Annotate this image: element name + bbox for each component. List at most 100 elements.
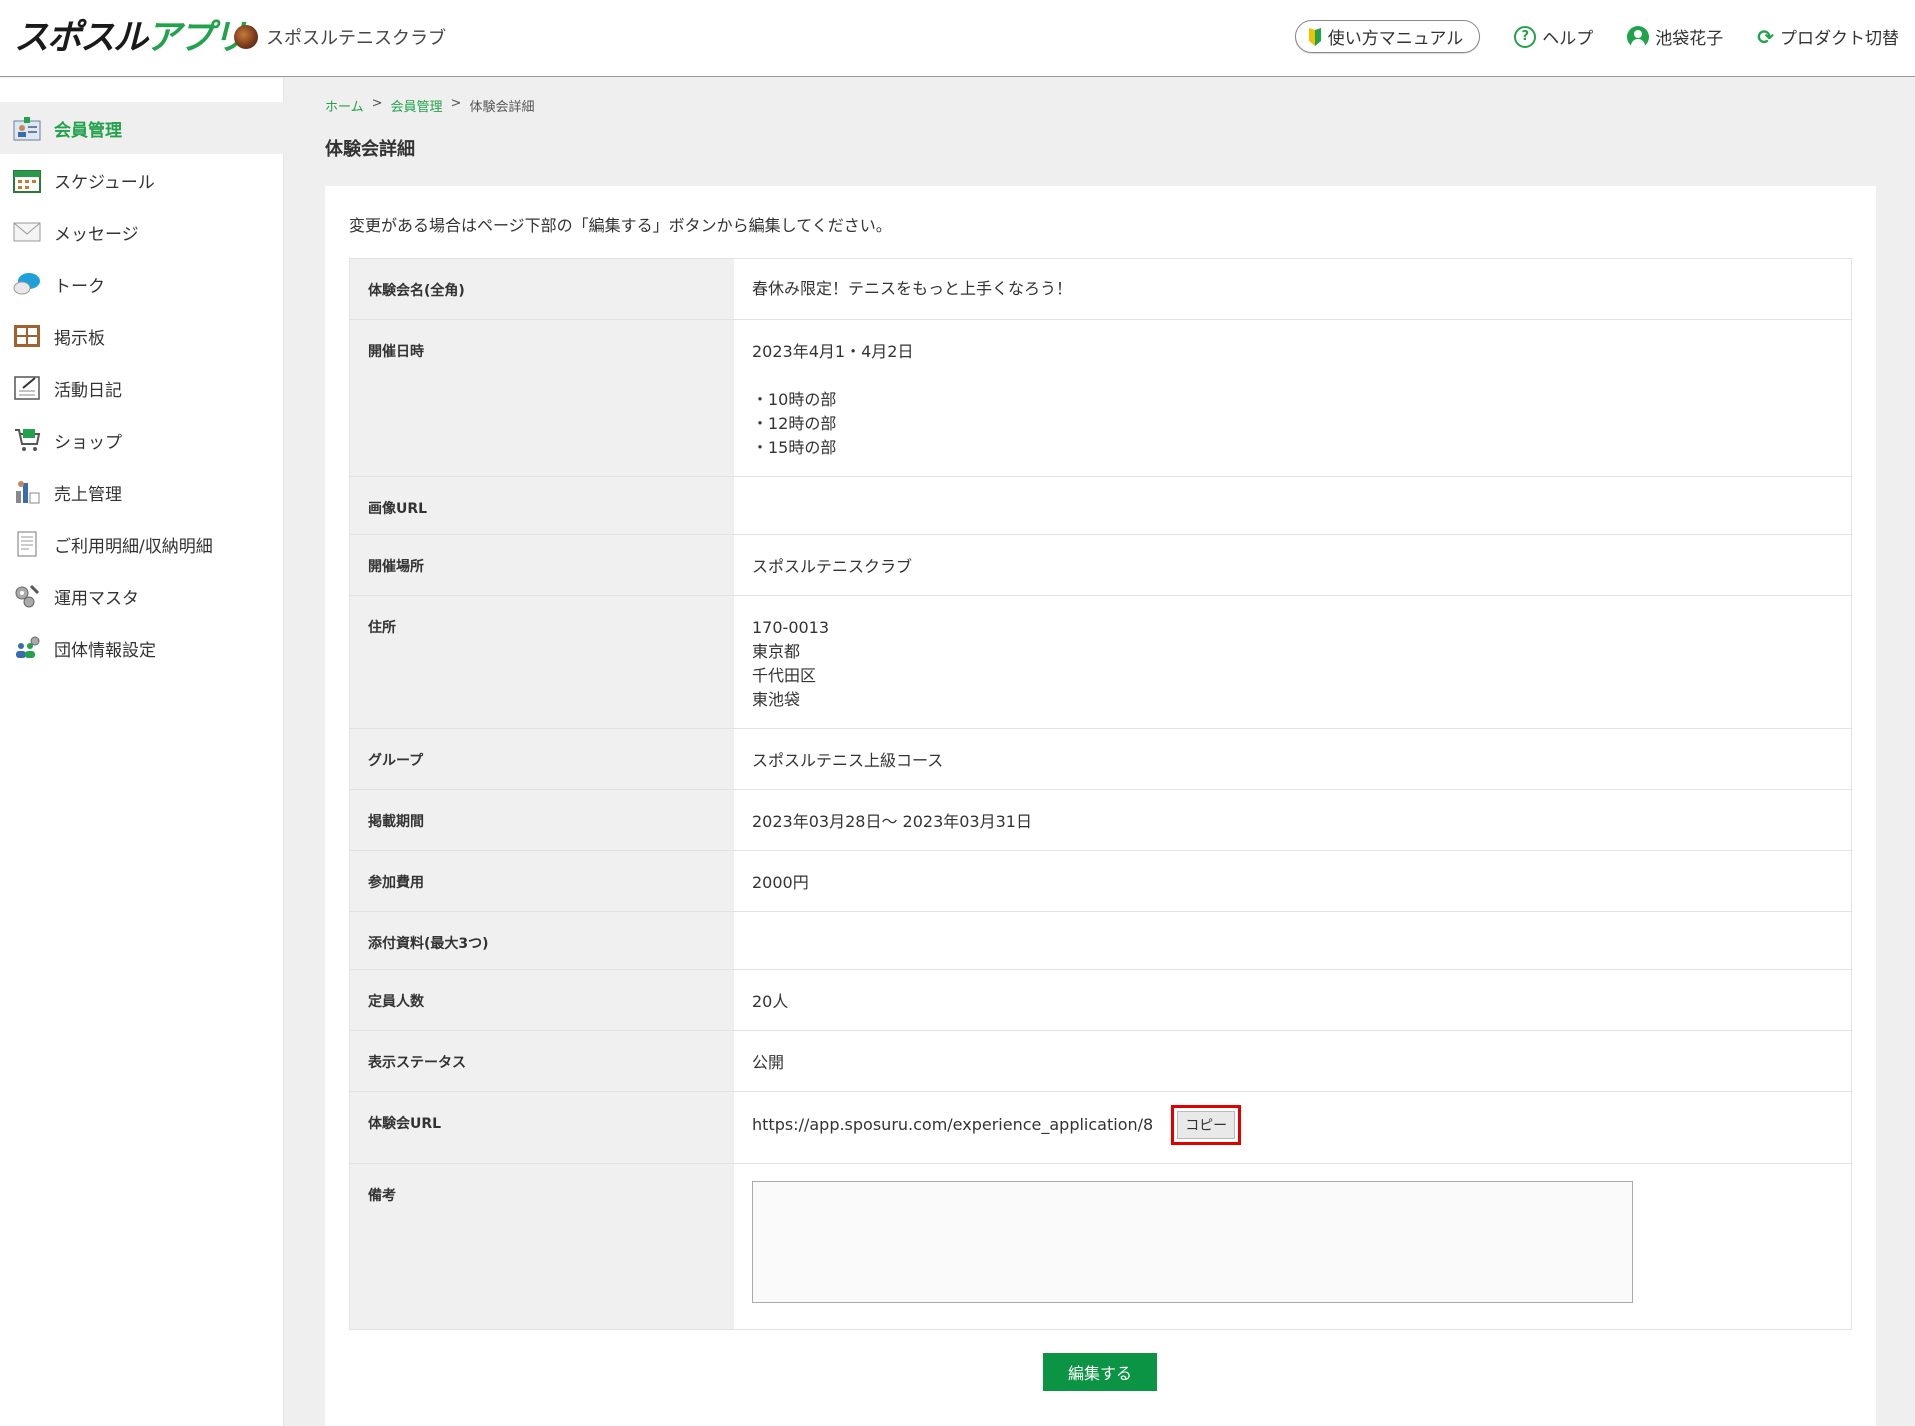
calendar-icon — [12, 165, 42, 195]
row-value: 170-0013 東京都 千代田区 東池袋 — [734, 596, 1851, 728]
row-label: グループ — [350, 729, 734, 789]
sidebar-item-group-settings[interactable]: 団体情報設定 — [0, 622, 284, 674]
copy-url-button[interactable]: コピー — [1177, 1111, 1236, 1139]
table-row: 定員人数 20人 — [350, 970, 1851, 1031]
sidebar-item-label: ショップ — [54, 432, 122, 453]
postal-code: 170-0013 — [752, 618, 830, 637]
sidebar-item-diary[interactable]: 活動日記 — [0, 362, 284, 414]
breadcrumb-member[interactable]: 会員管理 — [391, 96, 443, 115]
table-row: グループ スポスルテニス上級コース — [350, 729, 1851, 790]
user-menu[interactable]: 池袋花子 — [1627, 24, 1723, 49]
row-value: スポスルテニス上級コース — [734, 729, 1851, 789]
table-row: 住所 170-0013 東京都 千代田区 東池袋 — [350, 596, 1851, 729]
session-item: ・12時の部 — [752, 414, 837, 433]
city: 千代田区 — [752, 666, 817, 685]
sidebar-item-label: 掲示板 — [54, 328, 105, 349]
sidebar: 会員管理 スケジュール メッセージ トーク 掲示板 活動日記 ショップ 売上管理… — [0, 78, 284, 1426]
help-label: ヘルプ — [1542, 29, 1594, 49]
table-row: 体験会名(全角) 春休み限定！テニスをもっと上手くなろう！ — [350, 259, 1851, 320]
envelope-icon — [12, 217, 42, 247]
product-switch-link[interactable]: ⟳ プロダクト切替 — [1757, 24, 1899, 50]
sidebar-item-talk[interactable]: トーク — [0, 258, 284, 310]
sidebar-item-label: 会員管理 — [54, 120, 122, 141]
copy-button-highlight: コピー — [1171, 1105, 1242, 1145]
row-value: 2023年4月1・4月2日 ・10時の部 ・12時の部 ・15時の部 — [734, 320, 1851, 476]
table-row: 掲載期間 2023年03月28日～ 2023年03月31日 — [350, 790, 1851, 851]
row-label: 開催日時 — [350, 320, 734, 476]
sidebar-item-message[interactable]: メッセージ — [0, 206, 284, 258]
row-label: 掲載期間 — [350, 790, 734, 850]
sidebar-item-label: トーク — [54, 276, 105, 297]
breadcrumb-separator: > — [450, 96, 462, 111]
row-label: 体験会名(全角) — [350, 259, 734, 319]
sidebar-item-label: スケジュール — [54, 172, 155, 193]
row-value: 20人 — [734, 970, 1851, 1030]
sidebar-item-sales[interactable]: 売上管理 — [0, 466, 284, 518]
sidebar-item-schedule[interactable]: スケジュール — [0, 154, 284, 206]
sidebar-item-member[interactable]: 会員管理 — [0, 102, 284, 154]
app-logo[interactable]: スポスルアプリ — [14, 14, 247, 62]
row-value — [734, 912, 1851, 969]
sidebar-item-label: 活動日記 — [54, 380, 122, 401]
remarks-textarea[interactable] — [752, 1181, 1633, 1303]
member-icon — [12, 113, 42, 143]
table-row: 表示ステータス 公開 — [350, 1031, 1851, 1092]
manual-button[interactable]: 使い方マニュアル — [1294, 20, 1481, 53]
sidebar-item-billing[interactable]: ご利用明細/収納明細 — [0, 518, 284, 570]
breadcrumb-home[interactable]: ホーム — [325, 96, 364, 115]
row-label: 参加費用 — [350, 851, 734, 911]
top-header: スポスルアプリ スポスルテニスクラブ 使い方マニュアル ? ヘルプ 池袋花子 ⟳… — [0, 0, 1915, 77]
row-value: https://app.sposuru.com/experience_appli… — [734, 1092, 1851, 1163]
row-value: 2000円 — [734, 851, 1851, 911]
club-selector[interactable]: スポスルテニスクラブ — [234, 22, 446, 52]
row-value — [734, 1164, 1851, 1329]
row-value: 春休み限定！テニスをもっと上手くなろう！ — [734, 259, 1851, 319]
row-label: 定員人数 — [350, 970, 734, 1030]
beginner-mark-icon — [1308, 27, 1321, 46]
sidebar-item-label: 団体情報設定 — [54, 640, 156, 661]
sidebar-item-label: 運用マスタ — [54, 588, 139, 609]
row-label: 開催場所 — [350, 535, 734, 595]
page-title: 体験会詳細 — [325, 139, 415, 160]
table-row: 開催場所 スポスルテニスクラブ — [350, 535, 1851, 596]
sidebar-item-label: メッセージ — [54, 224, 139, 245]
session-item: ・15時の部 — [752, 438, 837, 457]
help-link[interactable]: ? ヘルプ — [1514, 24, 1593, 49]
sales-chart-icon — [12, 477, 42, 507]
diary-icon — [12, 373, 42, 403]
session-item: ・10時の部 — [752, 390, 837, 409]
edit-button[interactable]: 編集する — [1043, 1353, 1157, 1391]
user-name: 池袋花子 — [1655, 29, 1724, 49]
sidebar-item-label: ご利用明細/収納明細 — [54, 536, 213, 557]
club-avatar-icon — [234, 25, 258, 49]
row-value: 2023年03月28日～ 2023年03月31日 — [734, 790, 1851, 850]
row-label: 添付資料(最大3つ) — [350, 912, 734, 969]
row-value: 公開 — [734, 1031, 1851, 1091]
sidebar-item-master[interactable]: 運用マスタ — [0, 570, 284, 622]
tools-icon — [12, 581, 42, 611]
experience-url[interactable]: https://app.sposuru.com/experience_appli… — [752, 1113, 1153, 1137]
event-date: 2023年4月1・4月2日 — [752, 342, 914, 361]
shopping-cart-icon — [12, 425, 42, 455]
breadcrumb-current: 体験会詳細 — [469, 100, 535, 115]
breadcrumb: ホーム > 会員管理 > 体験会詳細 — [325, 96, 534, 115]
row-value — [734, 477, 1851, 534]
row-label: 表示ステータス — [350, 1031, 734, 1091]
user-icon — [1627, 25, 1650, 48]
table-row: 参加費用 2000円 — [350, 851, 1851, 912]
row-label: 画像URL — [350, 477, 734, 534]
detail-table: 体験会名(全角) 春休み限定！テニスをもっと上手くなろう！ 開催日時 2023年… — [349, 258, 1852, 1330]
chat-bubble-icon — [12, 269, 42, 299]
sidebar-item-bulletin[interactable]: 掲示板 — [0, 310, 284, 362]
main-panel: 変更がある場合はページ下部の「編集する」ボタンから編集してください。 体験会名(… — [325, 186, 1876, 1426]
row-label: 備考 — [350, 1164, 734, 1329]
table-row: 画像URL — [350, 477, 1851, 535]
street: 東池袋 — [752, 690, 801, 709]
bulletin-board-icon — [12, 321, 42, 351]
row-value: スポスルテニスクラブ — [734, 535, 1851, 595]
sidebar-item-shop[interactable]: ショップ — [0, 414, 284, 466]
manual-label: 使い方マニュアル — [1327, 29, 1464, 49]
question-circle-icon: ? — [1514, 25, 1537, 48]
table-row: 添付資料(最大3つ) — [350, 912, 1851, 970]
table-row: 体験会URL https://app.sposuru.com/experienc… — [350, 1092, 1851, 1164]
